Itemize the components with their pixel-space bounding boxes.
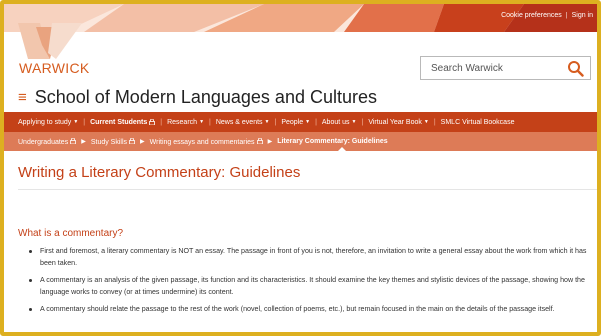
nav-label: People [281,118,304,126]
nav-label: About us [321,118,350,126]
nav-separator: | [315,118,317,126]
nav-item-current-students[interactable]: Current Students [90,118,156,126]
utility-separator: | [565,12,568,19]
chevron-right-icon: ▶ [140,139,145,145]
breadcrumb: Undergraduates ▶ Study Skills ▶ Writing … [4,132,597,151]
department-header: ≡ School of Modern Languages and Culture… [18,87,377,108]
nav-label: Research [167,118,198,126]
nav-label: Virtual Year Book [368,118,422,126]
breadcrumb-current: Literary Commentary: Guidelines [277,138,388,145]
nav-label: Current Students [90,118,148,126]
nav-item-news-events[interactable]: News & events ▼ [216,119,270,126]
cookie-preferences-link[interactable]: Cookie preferences [497,12,566,19]
logo-text: WARWICK [19,60,90,76]
nav-item-virtual-bookcase[interactable]: SMLC Virtual Bookcase [441,119,515,126]
search-input[interactable]: Search Warwick [431,63,503,74]
divider [18,189,597,190]
breadcrumb-notch [337,147,347,152]
nav-separator: | [160,118,163,126]
utility-links: Cookie preferences | Sign in [497,12,597,19]
breadcrumb-study-skills[interactable]: Study Skills [91,137,135,146]
nav-item-about-us[interactable]: About us ▼ [322,119,357,126]
bullet-list: First and foremost, a literary commentar… [26,245,592,320]
page: Cookie preferences | Sign in WARWICK Sea… [4,4,597,332]
section-heading: What is a commentary? [18,228,124,239]
nav-separator: | [361,118,364,126]
search-box[interactable]: Search Warwick [420,56,591,80]
nav-separator: | [433,118,436,126]
breadcrumb-writing-essays[interactable]: Writing essays and commentaries [150,137,263,146]
page-title: Writing a Literary Commentary: Guideline… [18,164,301,181]
header-banner: Cookie preferences | Sign in [4,4,597,32]
primary-nav: Applying to study ▼ | Current Students | … [4,112,597,132]
list-item: A commentary should relate the passage t… [26,303,592,315]
nav-item-virtual-year-book[interactable]: Virtual Year Book ▼ [368,119,429,126]
sign-in-link[interactable]: Sign in [568,12,597,19]
nav-item-research[interactable]: Research ▼ [167,119,204,126]
list-item: A commentary is an analysis of the given… [26,274,592,298]
nav-separator: | [274,118,277,126]
nav-label: Applying to study [18,118,72,126]
nav-separator: | [209,118,211,126]
chevron-right-icon: ▶ [81,139,86,145]
search-icon[interactable] [567,60,584,82]
nav-item-people[interactable]: People ▼ [281,119,310,126]
department-title[interactable]: School of Modern Languages and Cultures [35,87,377,108]
window-frame: Cookie preferences | Sign in WARWICK Sea… [0,0,601,336]
list-item: First and foremost, a literary commentar… [26,245,592,269]
chevron-right-icon: ▶ [267,139,273,145]
nav-label: SMLC Virtual Bookcase [440,118,515,126]
nav-separator: | [83,118,86,126]
nav-item-applying[interactable]: Applying to study ▼ [18,119,78,126]
nav-label: News & events [215,118,263,126]
hamburger-icon[interactable]: ≡ [18,90,27,105]
breadcrumb-undergraduates[interactable]: Undergraduates [18,137,77,146]
